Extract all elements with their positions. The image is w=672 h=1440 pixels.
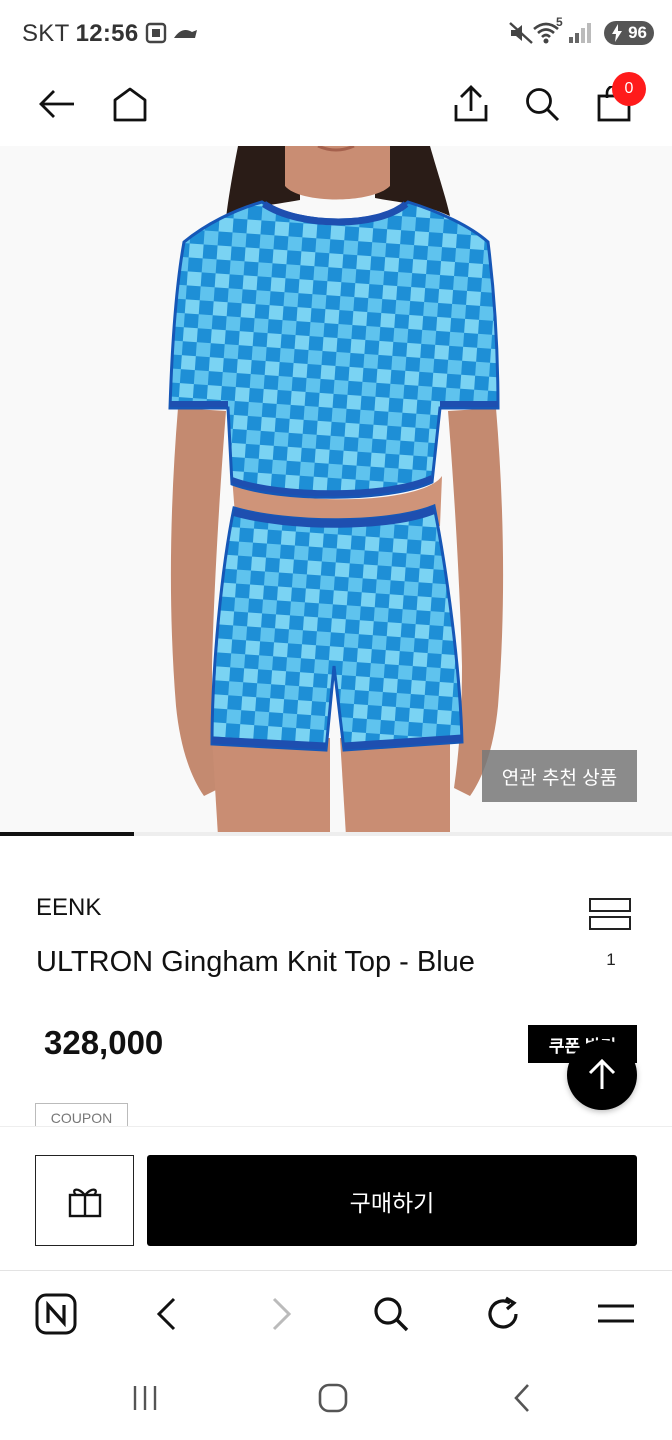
naver-home-button[interactable] xyxy=(33,1291,79,1337)
browser-search-icon xyxy=(374,1297,409,1332)
browser-forward-icon xyxy=(272,1297,292,1331)
brand-name[interactable]: EENK xyxy=(36,894,101,922)
browser-back-button[interactable] xyxy=(144,1291,190,1337)
share-button[interactable] xyxy=(445,78,497,130)
browser-menu-button[interactable] xyxy=(593,1291,639,1337)
product-detail-screen: SKT 12:56 5 96 0 연관 추천 상품 EENK ULTRON Gi… xyxy=(0,0,672,1440)
product-image-carousel[interactable]: 연관 추천 상품 xyxy=(0,146,672,836)
wifi-badge: 5 xyxy=(556,15,563,29)
product-price: 328,000 xyxy=(44,1024,164,1061)
status-bar: SKT 12:56 5 96 xyxy=(0,0,672,64)
image-progress-fill xyxy=(0,832,135,836)
image-progress-track xyxy=(0,832,672,836)
status-carrier-time: SKT 12:56 xyxy=(22,20,138,48)
battery-icon: 96 xyxy=(604,21,654,45)
back-button[interactable] xyxy=(31,78,83,130)
product-title: ULTRON Gingham Knit Top - Blue xyxy=(36,946,475,978)
buy-button[interactable]: 구매하기 xyxy=(147,1155,637,1246)
browser-toolbar xyxy=(0,1270,672,1356)
system-navigation-bar xyxy=(0,1356,672,1440)
cart-count-badge: 0 xyxy=(612,72,646,106)
charging-bolt-icon xyxy=(612,24,622,42)
browser-forward-button[interactable] xyxy=(258,1291,304,1337)
share-icon xyxy=(454,85,488,122)
system-back-button[interactable] xyxy=(502,1378,542,1418)
refresh-button[interactable] xyxy=(480,1291,526,1337)
gift-button[interactable] xyxy=(35,1155,134,1246)
system-home-button[interactable] xyxy=(313,1378,353,1418)
home-circle-icon xyxy=(318,1383,348,1413)
system-back-icon xyxy=(514,1384,529,1412)
cart-button[interactable]: 0 xyxy=(588,72,646,130)
signal-icon xyxy=(569,23,591,43)
recent-apps-icon xyxy=(133,1386,157,1410)
compare-icon-lower xyxy=(589,916,631,930)
gift-icon xyxy=(68,1188,101,1217)
home-button[interactable] xyxy=(104,78,156,130)
mute-icon xyxy=(509,22,533,44)
product-photo xyxy=(0,146,672,836)
home-icon xyxy=(113,87,147,122)
browser-search-button[interactable] xyxy=(368,1291,414,1337)
related-products-button[interactable]: 연관 추천 상품 xyxy=(482,750,637,802)
app-header: 0 xyxy=(0,64,672,146)
compare-icon xyxy=(589,898,631,912)
search-icon xyxy=(526,88,560,122)
naver-home-icon xyxy=(35,1293,77,1335)
back-arrow-icon xyxy=(39,90,74,118)
menu-icon xyxy=(598,1304,634,1323)
purchase-action-bar: 구매하기 xyxy=(0,1126,672,1270)
wifi-indicator: 5 xyxy=(532,15,563,50)
screenshot-icon xyxy=(145,22,197,44)
status-left-icons xyxy=(144,20,200,48)
scroll-to-top-button[interactable] xyxy=(567,1040,637,1110)
arrow-up-icon xyxy=(588,1059,616,1089)
compare-button[interactable]: 1 xyxy=(586,896,636,976)
clock: 12:56 xyxy=(75,20,139,47)
refresh-icon xyxy=(488,1296,518,1329)
battery-level: 96 xyxy=(628,23,647,42)
compare-count: 1 xyxy=(606,950,616,969)
browser-back-icon xyxy=(156,1297,176,1331)
recent-apps-button[interactable] xyxy=(125,1378,165,1418)
search-button[interactable] xyxy=(516,78,568,130)
carrier-label: SKT xyxy=(22,20,70,47)
